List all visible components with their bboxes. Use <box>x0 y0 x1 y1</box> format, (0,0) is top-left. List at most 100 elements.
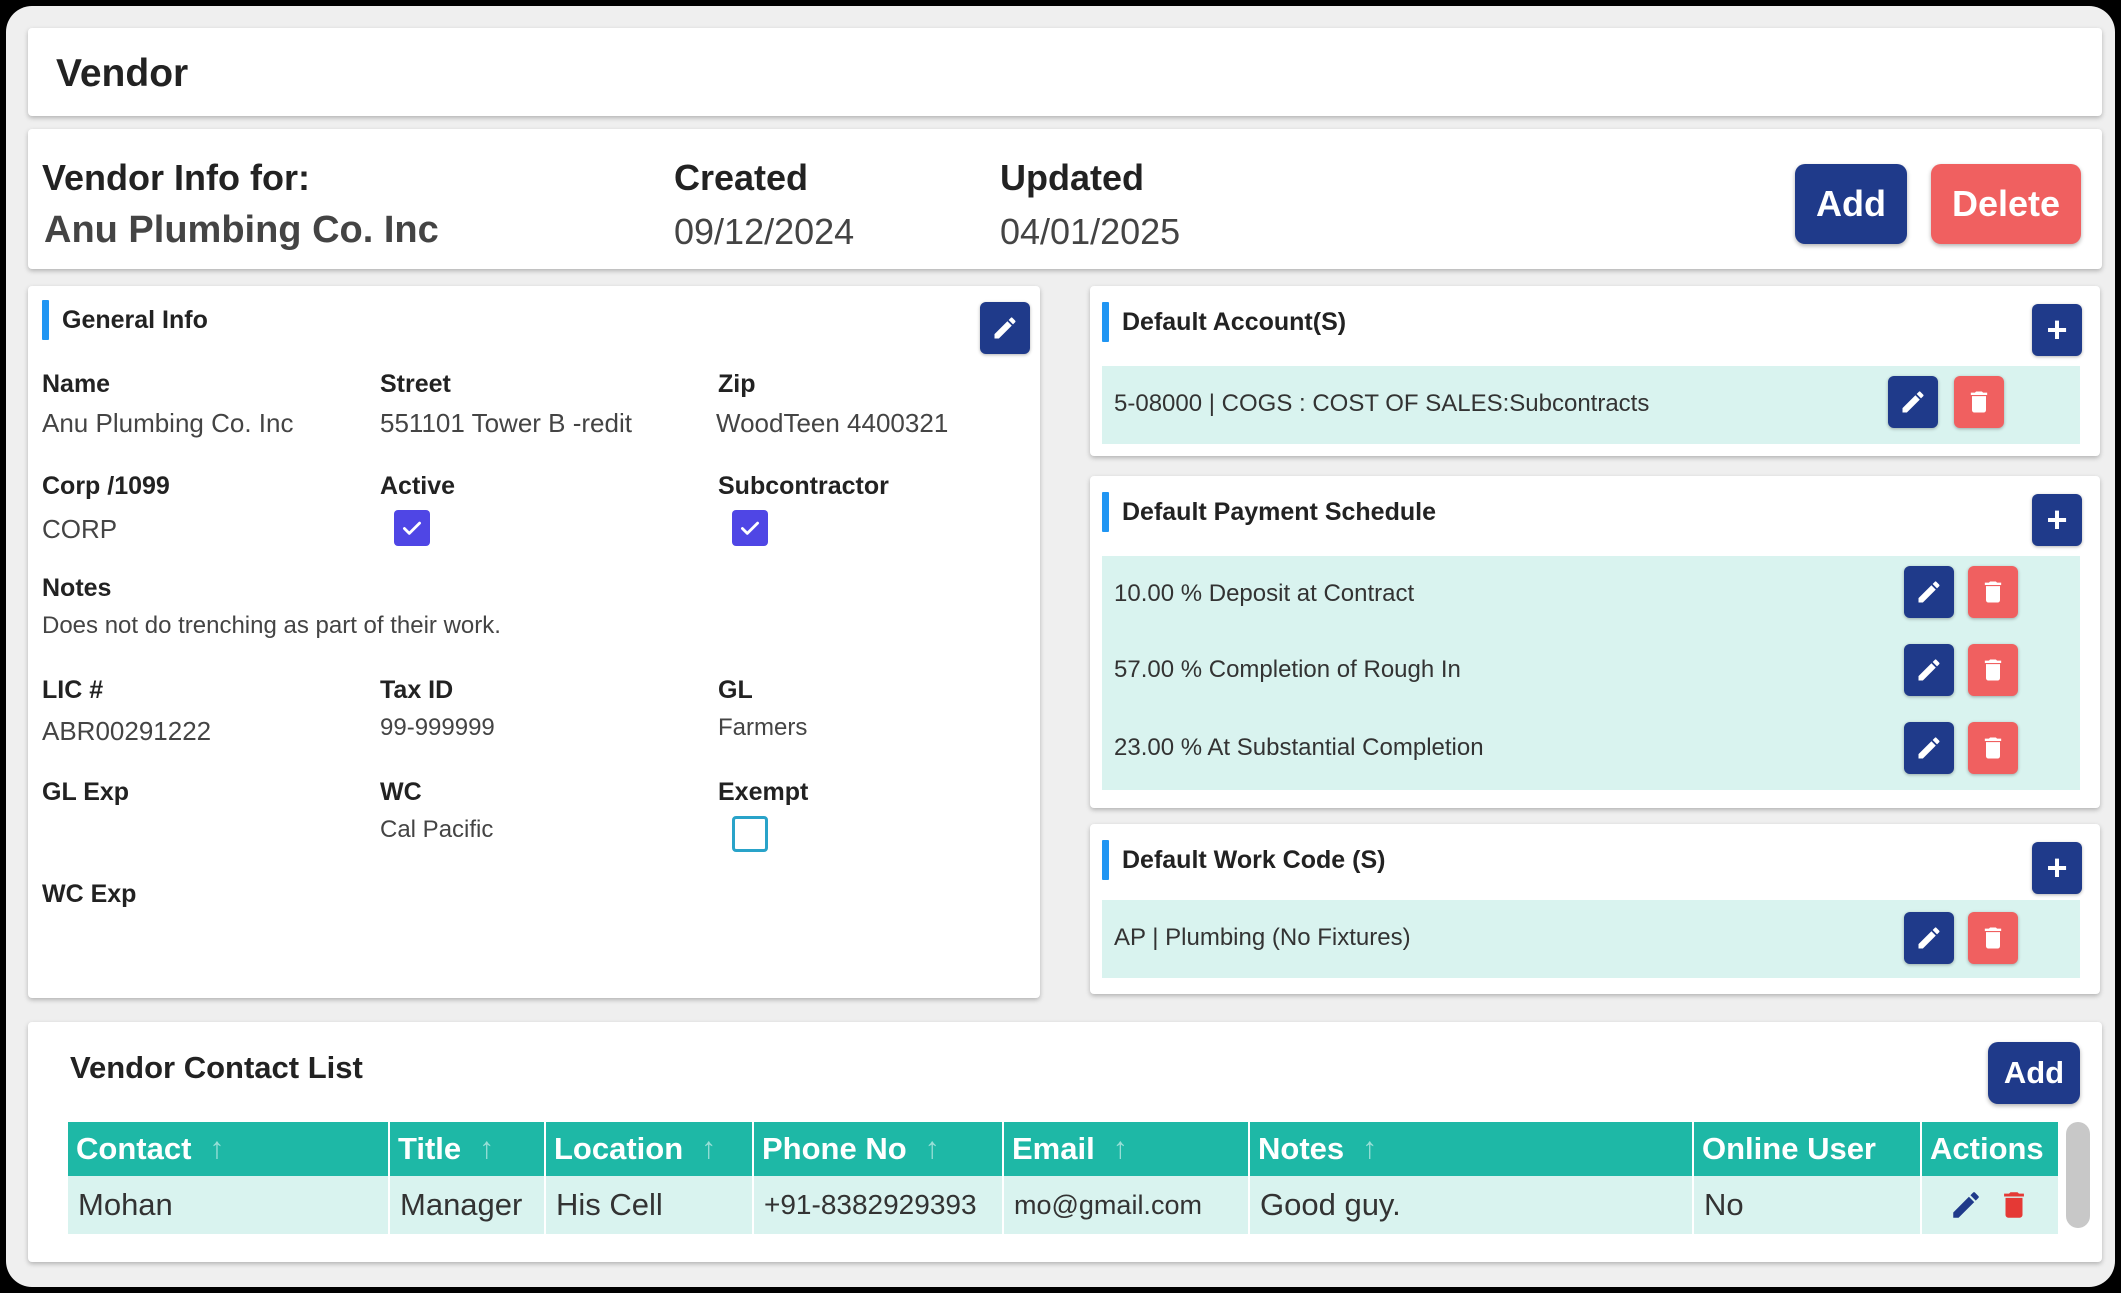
payment-schedule-title: Default Payment Schedule <box>1102 492 1436 532</box>
subcontractor-checkbox[interactable] <box>732 510 768 546</box>
lic-value: ABR00291222 <box>42 716 212 746</box>
pencil-icon <box>994 317 1016 339</box>
edit-general-info-button[interactable] <box>980 302 1030 354</box>
created-label: Created <box>674 157 809 198</box>
delete-payment-button[interactable] <box>1968 722 2018 774</box>
work-code-row: AP | Plumbing (No Fixtures) <box>1102 900 2080 978</box>
account-row: 5-08000 | COGS : COST OF SALES:Subcontra… <box>1102 366 2080 444</box>
cell-contact: Mohan <box>78 1187 173 1222</box>
contact-list-title: Vendor Contact List <box>70 1050 363 1085</box>
cell-online-user: No <box>1692 1176 1920 1234</box>
taxid-value: 99-999999 <box>380 714 495 741</box>
cell-title: Manager <box>388 1176 544 1234</box>
cell-notes: Good guy. <box>1248 1176 1692 1234</box>
contact-table-header: Contact ↑ Title ↑ Location ↑ Phone No ↑ Emai… <box>68 1122 2058 1176</box>
sort-arrow-icon: ↑ <box>701 1132 717 1165</box>
table-scrollbar[interactable] <box>2066 1122 2090 1228</box>
payment-text: 23.00 % At Substantial Completion <box>1114 734 1484 761</box>
add-work-code-button[interactable]: + <box>2032 842 2082 894</box>
trash-icon <box>1984 581 2002 603</box>
pencil-icon <box>1918 737 1940 759</box>
add-account-button[interactable]: + <box>2032 304 2082 356</box>
gl-value: Farmers <box>718 714 808 741</box>
column-header-title[interactable]: Title ↑ <box>388 1122 544 1176</box>
exempt-checkbox[interactable] <box>732 816 768 852</box>
taxid-label: Tax ID <box>380 676 454 704</box>
vendor-info-bar: Vendor Info for: Anu Plumbing Co. Inc Cr… <box>28 129 2102 269</box>
trash-icon <box>1984 927 2002 949</box>
pencil-icon <box>1918 927 1940 949</box>
glexp-label: GL Exp <box>42 778 130 806</box>
edit-payment-button[interactable] <box>1904 566 1954 618</box>
lic-label: LIC # <box>42 676 104 704</box>
column-header-online-user[interactable]: Online User <box>1692 1122 1920 1176</box>
table-row[interactable]: Mohan Manager His Cell +91-8382929393 mo… <box>68 1176 2058 1234</box>
name-label: Name <box>42 370 111 398</box>
trash-icon <box>1984 737 2002 759</box>
sort-arrow-icon: ↑ <box>479 1132 495 1165</box>
checkmark-icon <box>741 521 759 535</box>
edit-payment-button[interactable] <box>1904 722 1954 774</box>
wc-label: WC <box>380 778 422 806</box>
wcexp-label: WC Exp <box>42 880 137 908</box>
sort-arrow-icon: ↑ <box>1362 1132 1378 1165</box>
work-codes-title: Default Work Code (S) <box>1102 840 1385 880</box>
page-title: Vendor <box>56 52 189 95</box>
sort-arrow-icon: ↑ <box>1112 1132 1128 1165</box>
cell-location: His Cell <box>544 1176 752 1234</box>
corp-label: Corp /1099 <box>42 472 170 500</box>
trash-icon <box>1984 659 2002 681</box>
edit-work-code-button[interactable] <box>1904 912 1954 964</box>
active-label: Active <box>380 472 456 500</box>
pencil-icon <box>1902 391 1924 413</box>
cell-actions <box>1920 1176 2058 1234</box>
payment-text: 57.00 % Completion of Rough In <box>1114 656 1461 683</box>
column-header-email[interactable]: Email ↑ <box>1002 1122 1248 1176</box>
general-info-title: General Info <box>42 300 208 340</box>
active-checkbox[interactable] <box>394 510 430 546</box>
cell-phone: +91-8382929393 <box>752 1176 1002 1234</box>
delete-account-button[interactable] <box>1954 376 2004 428</box>
column-header-location[interactable]: Location ↑ <box>544 1122 752 1176</box>
vendor-name: Anu Plumbing Co. Inc <box>44 209 439 251</box>
notes-value: Does not do trenching as part of their w… <box>42 612 501 639</box>
payment-row: 23.00 % At Substantial Completion <box>1102 710 2080 790</box>
payment-row: 10.00 % Deposit at Contract <box>1102 556 2080 634</box>
edit-payment-button[interactable] <box>1904 644 1954 696</box>
general-info-panel: General Info Name Anu Plumbing Co. Inc S… <box>28 286 1040 998</box>
delete-work-code-button[interactable] <box>1968 912 2018 964</box>
checkmark-icon <box>403 521 421 535</box>
zip-value: WoodTeen 4400321 <box>716 408 949 438</box>
add-payment-button[interactable]: + <box>2032 494 2082 546</box>
updated-label: Updated <box>1000 157 1144 198</box>
default-accounts-panel: Default Account(S) + 5-08000 | COGS : CO… <box>1090 286 2100 456</box>
created-value: 09/12/2024 <box>674 211 855 252</box>
plus-icon: + <box>2046 847 2068 888</box>
work-code-text: AP | Plumbing (No Fixtures) <box>1114 924 1411 951</box>
add-vendor-button[interactable]: Add <box>1795 164 1907 244</box>
pencil-icon <box>1918 581 1940 603</box>
edit-contact-pencil-icon[interactable] <box>1949 1188 1983 1222</box>
delete-payment-button[interactable] <box>1968 644 2018 696</box>
edit-account-button[interactable] <box>1888 376 1938 428</box>
column-header-contact[interactable]: Contact ↑ <box>68 1122 388 1176</box>
sort-arrow-icon: ↑ <box>209 1132 225 1165</box>
delete-vendor-button[interactable]: Delete <box>1931 164 2081 244</box>
page-header: Vendor <box>28 28 2102 116</box>
corp-value: CORP <box>42 514 118 544</box>
street-label: Street <box>380 370 451 398</box>
default-accounts-title: Default Account(S) <box>1102 302 1346 342</box>
column-header-notes[interactable]: Notes ↑ <box>1248 1122 1692 1176</box>
account-text: 5-08000 | COGS : COST OF SALES:Subcontra… <box>1114 390 1650 417</box>
street-value: 551101 Tower B -redit <box>380 408 632 438</box>
trash-icon <box>1970 391 1988 413</box>
delete-payment-button[interactable] <box>1968 566 2018 618</box>
delete-contact-trash-icon[interactable] <box>1997 1188 2031 1222</box>
add-contact-button[interactable]: Add <box>1988 1042 2080 1104</box>
cell-email: mo@gmail.com <box>1002 1176 1248 1234</box>
vendor-contact-list: Vendor Contact List Add Contact ↑ Title ↑ … <box>28 1022 2102 1262</box>
pencil-icon <box>1918 659 1940 681</box>
plus-icon: + <box>2046 499 2068 540</box>
column-header-phone[interactable]: Phone No ↑ <box>752 1122 1002 1176</box>
name-value: Anu Plumbing Co. Inc <box>42 408 294 438</box>
